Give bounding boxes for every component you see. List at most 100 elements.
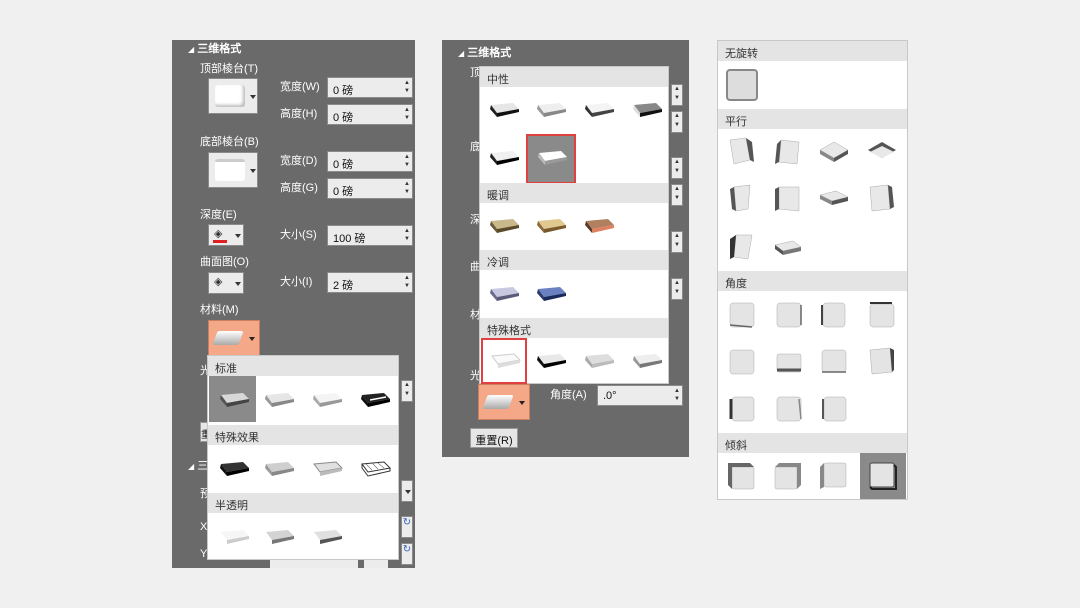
contour-color-button[interactable]: ◈ xyxy=(208,272,244,294)
lighting-option-three-point[interactable] xyxy=(485,99,521,121)
lighting-option-glow[interactable] xyxy=(580,350,616,372)
lighting-button[interactable] xyxy=(478,384,530,420)
material-option-warm-matte[interactable] xyxy=(260,389,296,411)
rotation-angle-10[interactable] xyxy=(773,393,803,423)
collapse-section-header[interactable]: ◢ 三维格式 xyxy=(458,44,511,60)
top-height-input[interactable]: 0 磅 ▲ ▼ xyxy=(327,104,413,125)
lighting-option-chilly[interactable] xyxy=(485,283,521,305)
collapse-section-header[interactable]: ◢ 三维格式 xyxy=(188,40,241,56)
lighting-option-freezing[interactable] xyxy=(532,283,568,305)
material-option-wireframe[interactable] xyxy=(356,458,392,480)
lighting-preview-icon xyxy=(482,395,514,409)
rotation-oblique-1[interactable] xyxy=(726,461,756,491)
material-option-matte[interactable] xyxy=(215,389,251,411)
rotation-angle-9[interactable] xyxy=(726,393,756,423)
rotation-angle-1[interactable] xyxy=(726,299,756,329)
rotation-angle-11[interactable] xyxy=(818,393,848,423)
rotation-angle-3[interactable] xyxy=(818,299,848,329)
bottom-width-input[interactable]: 0 磅 ▲ ▼ xyxy=(327,151,413,172)
angle-label: 角度(A) xyxy=(550,389,587,401)
x-rotate-button-partial[interactable]: ↻ xyxy=(401,516,413,538)
top-width-input[interactable]: 0 磅 ▲ ▼ xyxy=(327,77,413,98)
paint-bucket-icon: ◈ xyxy=(214,276,223,288)
chevron-down-icon xyxy=(235,282,241,286)
spinner-partial-4[interactable]: ▲ ▼ xyxy=(671,184,683,206)
angle-input[interactable]: .0° ▲ ▼ xyxy=(597,385,683,406)
rotation-parallel-4[interactable] xyxy=(866,136,896,166)
top-bevel-button[interactable] xyxy=(208,78,258,114)
rotation-parallel-2[interactable] xyxy=(773,136,803,166)
rotation-angle-5[interactable] xyxy=(726,346,756,376)
rotation-parallel-1[interactable] xyxy=(726,136,756,166)
spinner-icon[interactable]: ▲ ▼ xyxy=(403,180,411,197)
material-option-clear[interactable] xyxy=(260,526,296,548)
material-label: 材料(M) xyxy=(200,304,239,316)
rotation-parallel-7[interactable] xyxy=(818,183,848,213)
y-input-partial[interactable] xyxy=(270,560,358,568)
rotation-angle-6[interactable] xyxy=(773,346,803,376)
spinner-icon[interactable]: ▲ ▼ xyxy=(403,106,411,123)
rotation-parallel-6[interactable] xyxy=(773,183,803,213)
lighting-option-soft[interactable] xyxy=(580,99,616,121)
bottom-height-input[interactable]: 0 磅 ▲ ▼ xyxy=(327,178,413,199)
spinner-icon[interactable]: ▲ ▼ xyxy=(403,153,411,170)
material-option-powder[interactable] xyxy=(215,526,251,548)
spinner-partial-3[interactable]: ▲ ▼ xyxy=(671,157,683,179)
rotation-oblique-4[interactable] xyxy=(868,461,898,491)
preset-dropdown-partial[interactable] xyxy=(401,480,413,502)
spinner-icon[interactable]: ▲ ▼ xyxy=(403,274,411,291)
y-rotate-button-partial[interactable]: ↻ xyxy=(401,543,413,565)
top-height-value: 0 磅 xyxy=(333,112,354,124)
spinner-icon[interactable]: ▲ ▼ xyxy=(403,79,411,96)
spinner-icon[interactable]: ▲ ▼ xyxy=(403,227,411,244)
material-option-flat[interactable] xyxy=(260,458,296,480)
rotation-parallel-3[interactable] xyxy=(818,136,848,166)
chevron-down-icon xyxy=(405,490,411,494)
bottom-height-value: 0 磅 xyxy=(333,186,354,198)
material-option-dark-edge[interactable] xyxy=(215,458,251,480)
spinner-icon[interactable]: ▲ ▼ xyxy=(673,387,681,404)
material-dropdown: 标准 特殊效果 半透明 xyxy=(207,355,399,560)
material-option-soft-edge[interactable] xyxy=(308,458,344,480)
rotation-option-none[interactable] xyxy=(726,69,758,101)
material-option-plastic[interactable] xyxy=(308,389,344,411)
rotation-oblique-2[interactable] xyxy=(773,461,803,491)
material-option-translucent-powder[interactable] xyxy=(308,526,344,548)
spinner-partial-2[interactable]: ▲ ▼ xyxy=(671,111,683,133)
spinner-partial-5[interactable]: ▲ ▼ xyxy=(671,231,683,253)
lighting-option-two-point[interactable] xyxy=(532,350,568,372)
depth-size-input[interactable]: 100 磅 ▲ ▼ xyxy=(327,225,413,246)
rotation-angle-2[interactable] xyxy=(773,299,803,329)
lighting-option-bright-room[interactable] xyxy=(628,350,664,372)
rotation-parallel-10[interactable] xyxy=(773,235,803,265)
lighting-option-balanced[interactable] xyxy=(532,99,568,121)
section-warm: 暖调 xyxy=(480,183,668,203)
rotation-parallel-5[interactable] xyxy=(726,183,756,213)
lighting-option-sunset[interactable] xyxy=(580,215,616,237)
lighting-option-flat[interactable] xyxy=(486,350,522,372)
lighting-option-morning[interactable] xyxy=(485,215,521,237)
rotation-angle-8[interactable] xyxy=(866,346,896,376)
rotation-angle-7[interactable] xyxy=(818,346,848,376)
depth-color-button[interactable]: ◈ xyxy=(208,224,244,246)
section-angle: 角度 xyxy=(718,271,907,291)
bottom-bevel-button[interactable] xyxy=(208,152,258,188)
contour-label: 曲面图(O) xyxy=(200,256,249,268)
lighting-option-harsh[interactable] xyxy=(628,99,664,121)
rotation-oblique-3[interactable] xyxy=(818,461,848,491)
lighting-option-flood[interactable] xyxy=(485,147,521,169)
contour-size-input[interactable]: 2 磅 ▲ ▼ xyxy=(327,272,413,293)
lighting-option-contrasting[interactable] xyxy=(533,147,569,169)
material-button[interactable] xyxy=(208,320,260,356)
top-width-value: 0 磅 xyxy=(333,85,354,97)
spinner-partial-6[interactable]: ▲ ▼ xyxy=(671,278,683,300)
material-option-metal[interactable] xyxy=(356,389,392,411)
y-input-partial-2[interactable] xyxy=(364,560,388,568)
lighting-option-sunrise[interactable] xyxy=(532,215,568,237)
spinner-partial-1[interactable]: ▲ ▼ xyxy=(671,84,683,106)
lighting-spinner-partial[interactable]: ▲ ▼ xyxy=(401,380,413,402)
rotation-parallel-8[interactable] xyxy=(866,183,896,213)
rotation-angle-4[interactable] xyxy=(866,299,896,329)
reset-button[interactable]: 重置(R) xyxy=(470,428,518,448)
rotation-parallel-9[interactable] xyxy=(726,231,756,261)
